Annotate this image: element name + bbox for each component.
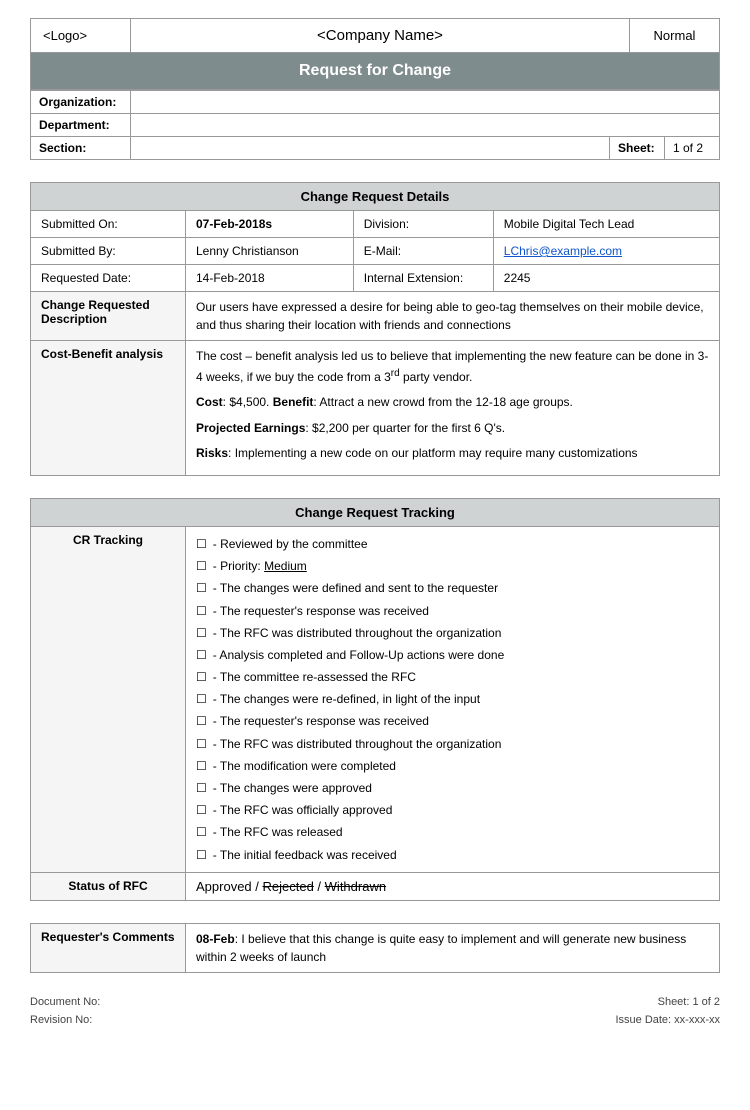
status-withdrawn: Withdrawn (325, 879, 386, 894)
internal-ext-value: 2245 (493, 265, 719, 292)
footer-issue-date: Issue Date: xx-xxx-xx (615, 1011, 720, 1030)
division-value: Mobile Digital Tech Lead (493, 211, 719, 238)
requester-comments-label: Requester's Comments (31, 923, 186, 972)
form-title: Request for Change (30, 53, 720, 90)
header-table: <Logo> <Company Name> Normal (30, 18, 720, 53)
details-section-header: Change Request Details (31, 183, 720, 211)
tracking-items-cell: ☐ - Reviewed by the committee☐ - Priorit… (186, 526, 720, 872)
revision-no-label: Revision No: (30, 1011, 100, 1030)
checkbox-icon: ☐ (196, 533, 207, 555)
tracking-section-header: Change Request Tracking (31, 498, 720, 526)
submitted-by-value: Lenny Christianson (186, 238, 354, 265)
tracking-item: ☐ - The RFC was released (196, 821, 709, 843)
change-request-details-table: Change Request Details Submitted On: 07-… (30, 182, 720, 476)
requested-date-value: 14-Feb-2018 (186, 265, 354, 292)
change-desc-label: Change Requested Description (31, 292, 186, 341)
department-label: Department: (31, 114, 131, 137)
requester-date: 08-Feb (196, 932, 235, 946)
email-link[interactable]: LChris@example.com (504, 244, 622, 258)
section-value (131, 137, 610, 160)
checkbox-icon: ☐ (196, 777, 207, 799)
tracking-item: ☐ - The modification were completed (196, 755, 709, 777)
cost-benefit-risks: Risks: Implementing a new code on our pl… (196, 444, 709, 463)
cost-benefit-intro: The cost – benefit analysis led us to be… (196, 347, 709, 387)
status-rejected: Rejected (263, 879, 314, 894)
tracking-item: ☐ - The requester's response was receive… (196, 600, 709, 622)
status-of-rfc-label: Status of RFC (31, 872, 186, 900)
cost-benefit-cost: Cost: $4,500. Benefit: Attract a new cro… (196, 393, 709, 412)
organization-label: Organization: (31, 91, 131, 114)
tracking-item: ☐ - The changes were defined and sent to… (196, 577, 709, 599)
tracking-item: ☐ - The requester's response was receive… (196, 710, 709, 732)
style-cell: Normal (630, 19, 720, 53)
checkbox-icon: ☐ (196, 644, 207, 666)
status-of-rfc-value: Approved / Rejected / Withdrawn (186, 872, 720, 900)
doc-no-label: Document No: (30, 993, 100, 1012)
checkbox-icon: ☐ (196, 799, 207, 821)
tracking-item: ☐ - The changes were approved (196, 777, 709, 799)
tracking-item: ☐ - Priority: Medium (196, 555, 709, 577)
checkbox-icon: ☐ (196, 600, 207, 622)
company-name: <Company Name> (317, 27, 443, 44)
tracking-item: ☐ - Reviewed by the committee (196, 533, 709, 555)
status-approved: Approved (196, 879, 252, 894)
change-request-tracking-table: Change Request Tracking CR Tracking ☐ - … (30, 498, 720, 901)
checkbox-icon: ☐ (196, 821, 207, 843)
sheet-label: Sheet: (610, 137, 665, 160)
requested-date-label: Requested Date: (31, 265, 186, 292)
cost-benefit-label: Cost-Benefit analysis (31, 341, 186, 476)
checkbox-icon: ☐ (196, 555, 207, 577)
footer-sheet: Sheet: 1 of 2 (615, 993, 720, 1012)
tracking-item: ☐ - The initial feedback was received (196, 844, 709, 866)
checkbox-icon: ☐ (196, 622, 207, 644)
cr-tracking-label: CR Tracking (31, 526, 186, 872)
logo-text: <Logo> (43, 28, 87, 43)
checkbox-icon: ☐ (196, 844, 207, 866)
footer-right: Sheet: 1 of 2 Issue Date: xx-xxx-xx (615, 993, 720, 1030)
tracking-item: ☐ - The RFC was distributed throughout t… (196, 733, 709, 755)
email-label: E-Mail: (353, 238, 493, 265)
submitted-on-value: 07-Feb-2018s (186, 211, 354, 238)
requester-comments-table: Requester's Comments 08-Feb: I believe t… (30, 923, 720, 973)
requester-comments-value: 08-Feb: I believe that this change is qu… (186, 923, 720, 972)
tracking-item: ☐ - The changes were re-defined, in ligh… (196, 688, 709, 710)
tracking-item: ☐ - The RFC was distributed throughout t… (196, 622, 709, 644)
checkbox-icon: ☐ (196, 666, 207, 688)
tracking-item: ☐ - Analysis completed and Follow-Up act… (196, 644, 709, 666)
checkbox-icon: ☐ (196, 733, 207, 755)
section-label: Section: (31, 137, 131, 160)
checkbox-icon: ☐ (196, 710, 207, 732)
cost-benefit-content: The cost – benefit analysis led us to be… (186, 341, 720, 476)
organization-value (131, 91, 720, 114)
company-name-cell: <Company Name> (131, 19, 630, 53)
submitted-on-label: Submitted On: (31, 211, 186, 238)
logo-cell: <Logo> (31, 19, 131, 53)
department-value (131, 114, 720, 137)
tracking-item: ☐ - The committee re-assessed the RFC (196, 666, 709, 688)
footer: Document No: Revision No: Sheet: 1 of 2 … (30, 993, 720, 1030)
tracking-item: ☐ - The RFC was officially approved (196, 799, 709, 821)
cost-benefit-projected: Projected Earnings: $2,200 per quarter f… (196, 419, 709, 438)
change-desc-value: Our users have expressed a desire for be… (186, 292, 720, 341)
division-label: Division: (353, 211, 493, 238)
sheet-value: 1 of 2 (665, 137, 720, 160)
checkbox-icon: ☐ (196, 688, 207, 710)
checkbox-icon: ☐ (196, 577, 207, 599)
internal-ext-label: Internal Extension: (353, 265, 493, 292)
checkbox-icon: ☐ (196, 755, 207, 777)
submitted-by-label: Submitted By: (31, 238, 186, 265)
requester-text: : I believe that this change is quite ea… (196, 932, 686, 964)
org-table: Organization: Department: Section: Sheet… (30, 90, 720, 160)
style-label: Normal (654, 28, 696, 43)
email-value: LChris@example.com (493, 238, 719, 265)
footer-left: Document No: Revision No: (30, 993, 100, 1030)
